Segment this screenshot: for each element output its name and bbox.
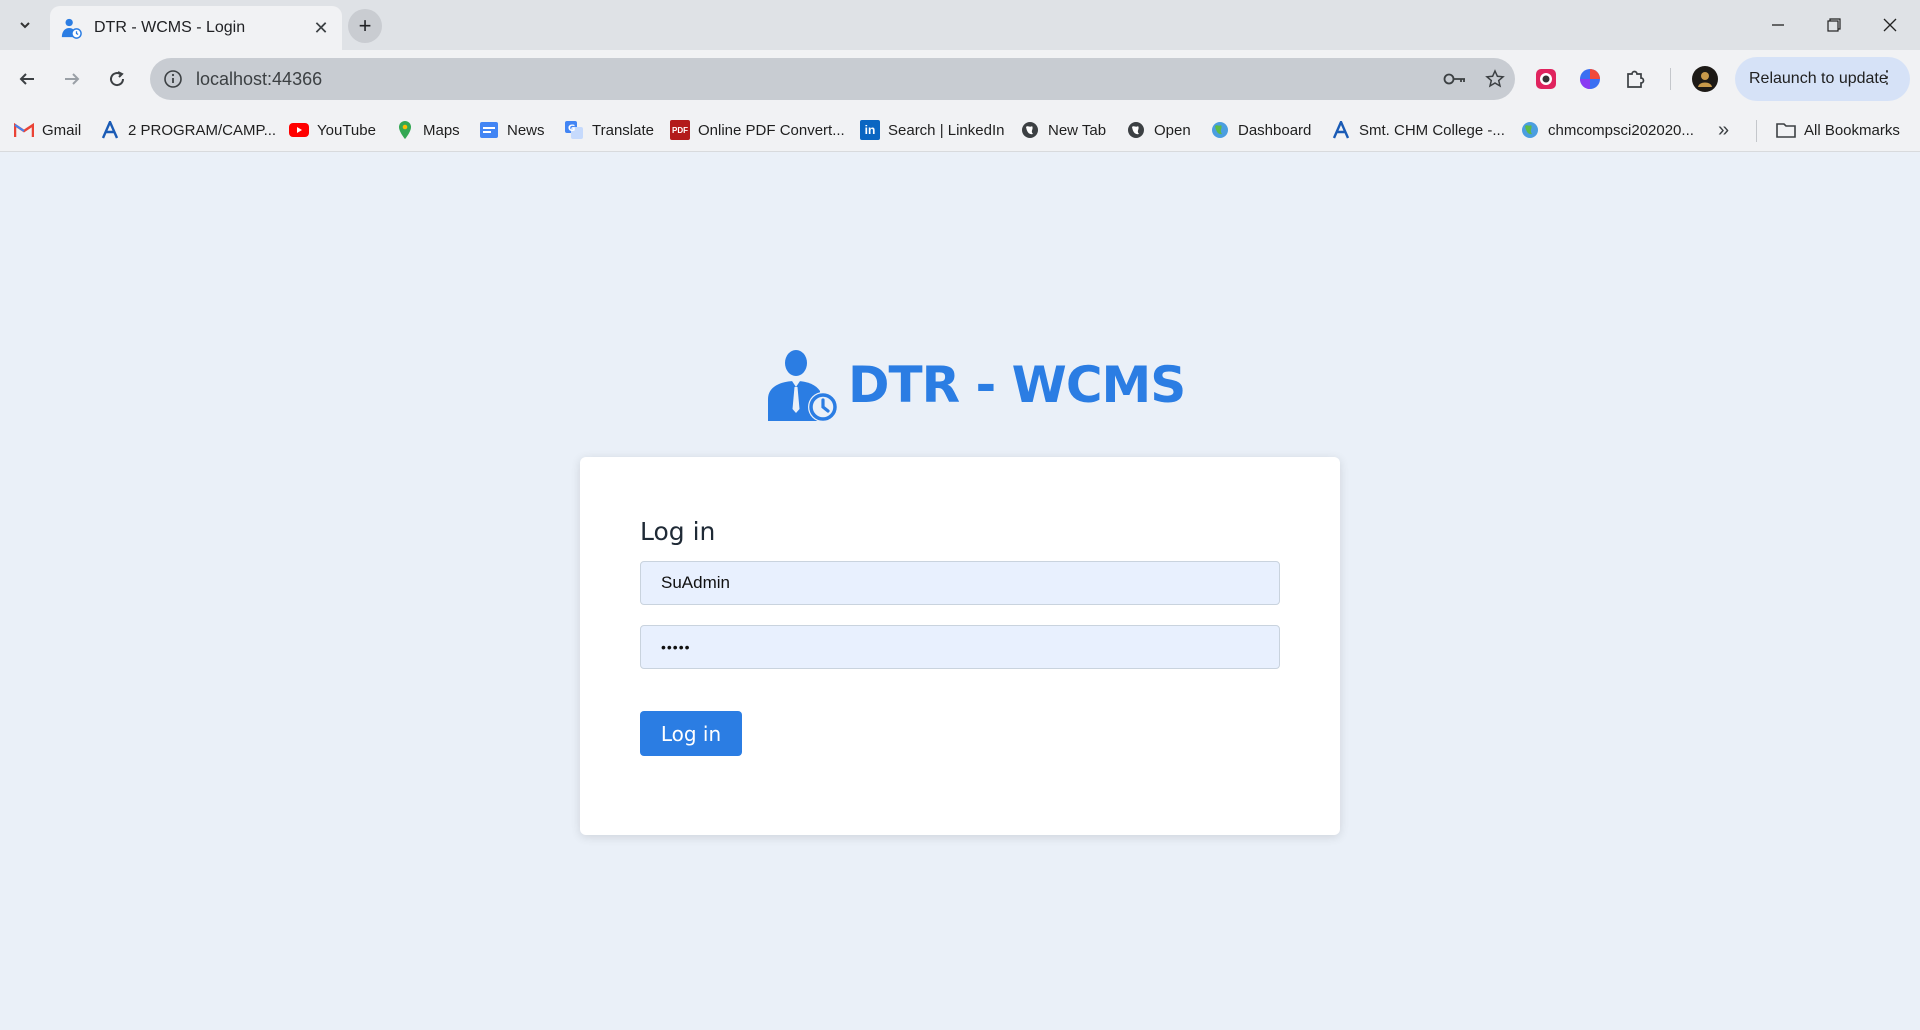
extensions-menu-button[interactable] (1620, 64, 1650, 94)
puzzle-icon (1627, 70, 1645, 88)
tab-title: DTR - WCMS - Login (94, 19, 246, 36)
url-text[interactable]: localhost:44366 (196, 69, 1435, 90)
bookmark-chmcompsci[interactable]: chmcompsci202020... (1520, 116, 1694, 144)
news-icon (479, 120, 499, 140)
earth-icon (1210, 120, 1230, 140)
relaunch-label: Relaunch to update (1749, 70, 1888, 87)
tab-search-button[interactable] (12, 12, 38, 38)
tab-strip: DTR - WCMS - Login ✕ + (0, 0, 1920, 50)
a-logo-icon (100, 120, 120, 140)
more-vertical-icon: ⋮ (1878, 67, 1896, 87)
username-field[interactable] (640, 561, 1280, 605)
bookmark-dashboard[interactable]: Dashboard (1210, 116, 1311, 144)
star-icon (1485, 69, 1505, 88)
browser-toolbar: localhost:44366 Relaunch to update ⋮ (0, 50, 1920, 108)
plus-icon: + (358, 13, 372, 38)
translate-icon: G (564, 120, 584, 140)
forward-button[interactable] (55, 62, 89, 96)
youtube-icon (289, 120, 309, 140)
extension-color-button[interactable] (1575, 64, 1605, 94)
extension-camera-button[interactable] (1531, 64, 1561, 94)
key-icon (1443, 73, 1465, 85)
reload-button[interactable] (100, 62, 134, 96)
gmail-icon (14, 120, 34, 140)
linkedin-icon: in (860, 120, 880, 140)
bookmark-news[interactable]: News (479, 116, 545, 144)
folder-icon (1776, 120, 1796, 140)
login-card: Log in Log in (580, 457, 1340, 835)
bookmark-program-camp[interactable]: 2 PROGRAM/CAMP... (100, 116, 276, 144)
arrow-left-icon (19, 73, 34, 85)
all-bookmarks-button[interactable]: All Bookmarks (1776, 116, 1900, 144)
address-bar[interactable]: localhost:44366 (150, 58, 1515, 100)
more-bookmarks-button[interactable]: » (1718, 116, 1729, 144)
globe-icon (1020, 120, 1040, 140)
user-clock-logo-icon (768, 350, 838, 422)
color-wheel-extension-icon (1580, 69, 1600, 89)
user-clock-favicon-icon (61, 18, 82, 39)
back-button[interactable] (10, 62, 44, 96)
bookmarks-divider (1756, 120, 1757, 142)
bookmark-online-pdf[interactable]: PDF Online PDF Convert... (670, 116, 845, 144)
bookmark-star-button[interactable] (1475, 58, 1515, 100)
bookmark-open[interactable]: Open (1126, 116, 1191, 144)
password-key-button[interactable] (1435, 58, 1475, 100)
bookmark-gmail[interactable]: Gmail (14, 116, 81, 144)
minimize-icon (1772, 24, 1784, 26)
relaunch-to-update-button[interactable]: Relaunch to update ⋮ (1735, 57, 1910, 101)
bookmark-youtube[interactable]: YouTube (289, 116, 376, 144)
toolbar-divider (1670, 68, 1671, 90)
close-window-button[interactable] (1862, 8, 1918, 42)
a-logo-icon (1331, 120, 1351, 140)
info-icon (164, 70, 182, 88)
restore-button[interactable] (1806, 8, 1862, 42)
active-tab[interactable]: DTR - WCMS - Login ✕ (50, 6, 342, 50)
bookmark-maps[interactable]: Maps (395, 116, 460, 144)
pdf-icon: PDF (670, 120, 690, 140)
svg-text:G: G (568, 124, 575, 134)
restore-icon (1827, 18, 1841, 32)
brand-header: DTR - WCMS (764, 345, 1186, 425)
maps-icon (395, 120, 415, 140)
reload-icon (110, 71, 125, 87)
login-button[interactable]: Log in (640, 711, 742, 756)
globe-icon (1126, 120, 1146, 140)
bookmark-smt-chm-college[interactable]: Smt. CHM College -... (1331, 116, 1505, 144)
camera-extension-icon (1536, 69, 1556, 89)
bookmark-new-tab[interactable]: New Tab (1020, 116, 1106, 144)
login-heading: Log in (640, 517, 716, 546)
close-icon (1883, 18, 1897, 32)
new-tab-button[interactable]: + (348, 9, 382, 43)
arrow-right-icon (65, 73, 80, 85)
earth-icon (1520, 120, 1540, 140)
minimize-button[interactable] (1750, 8, 1806, 42)
bookmark-linkedin[interactable]: in Search | LinkedIn (860, 116, 1004, 144)
profile-button[interactable] (1690, 64, 1720, 94)
login-page: DTR - WCMS Log in Log in (0, 152, 1920, 1030)
chevron-down-icon (20, 22, 30, 29)
brand-title: DTR - WCMS (848, 356, 1186, 414)
double-chevron-right-icon: » (1718, 118, 1730, 141)
site-info-button[interactable] (162, 68, 184, 90)
close-tab-icon[interactable]: ✕ (310, 18, 332, 39)
bookmark-translate[interactable]: G Translate (564, 116, 654, 144)
password-field[interactable] (640, 625, 1280, 669)
avatar (1692, 66, 1718, 92)
bookmarks-bar: Gmail 2 PROGRAM/CAMP... YouTube Maps New… (0, 108, 1920, 152)
